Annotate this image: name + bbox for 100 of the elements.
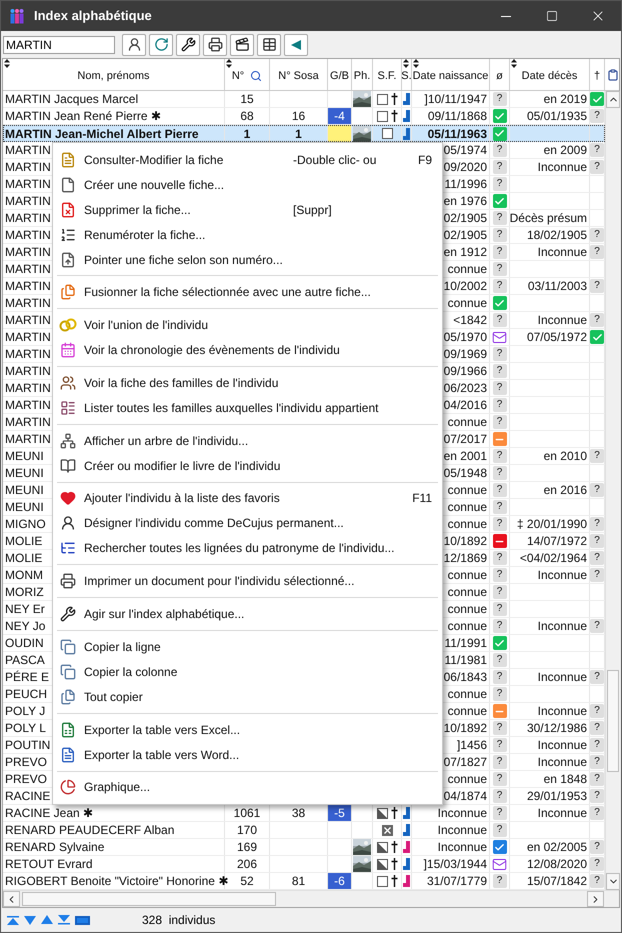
menu-item[interactable]: Voir la fiche des familles de l'individu	[53, 370, 442, 396]
table-row[interactable]: MARTIN Jean René Pierre ✱ 68 16 -4 09/11/1868 05/01/1935 ?	[3, 108, 605, 125]
column-header[interactable]: N° Sosa	[278, 68, 319, 84]
column-header[interactable]: G/B	[330, 68, 349, 84]
table-row[interactable]: RENARD PEAUDECERF Alban 170 Inconnue ?	[3, 822, 605, 839]
half-filled-checkbox[interactable]	[376, 858, 388, 870]
crossed-checkbox[interactable]	[382, 824, 392, 836]
half-filled-checkbox[interactable]	[376, 842, 388, 852]
table-cell-text: MARTIN	[5, 278, 51, 295]
half-filled-checkbox[interactable]	[376, 808, 388, 818]
left-triangle-icon	[291, 40, 301, 50]
menu-item[interactable]: Lister toutes les familles auxquelles l'individu appartient	[53, 395, 442, 420]
unknown-status: ?	[492, 551, 506, 565]
unknown-status: ?	[590, 245, 604, 259]
table-cell-text: MARTIN	[5, 363, 51, 380]
menu-item[interactable]: Voir l'union de l'individu	[53, 312, 442, 338]
column-header[interactable]: ø	[496, 68, 503, 84]
stamp-button[interactable]	[122, 34, 146, 56]
table-row[interactable]: RETOUT Evrard 206 ]15/03/1944 12/08/2020 ?	[3, 856, 605, 873]
column-header[interactable]: S.	[401, 68, 412, 84]
table-cell-text: 14/07/1972	[526, 533, 587, 550]
scroll-down-button[interactable]	[606, 873, 620, 890]
pie-chart-icon	[60, 779, 76, 796]
menu-item[interactable]: Pointer une fiche selon son numéro...	[53, 247, 442, 272]
table-row[interactable]: RIGOBERT Benoite "Victoire" Honorine ✱ 52 81 -6 31/07/1779 ? 15/07/1842 ?	[3, 873, 605, 890]
menu-item[interactable]: Ajouter l'individu à la liste des favoris F11	[53, 486, 442, 511]
column-header[interactable]: Ph.	[354, 68, 370, 84]
table-cell-text: Inconnue	[538, 567, 587, 584]
refresh-icon	[154, 37, 168, 52]
column-header[interactable]: Date naissance	[412, 68, 488, 84]
spreadsheet-icon	[60, 722, 76, 738]
scroll-right-button[interactable]	[587, 891, 604, 907]
horizontal-scrollbar[interactable]	[3, 890, 619, 907]
table-cell-text: MEUNI	[5, 465, 44, 482]
column-header[interactable]: Nom, prénoms	[77, 68, 150, 84]
printer-button[interactable]	[203, 34, 227, 56]
scrollbar-thumb[interactable]	[607, 670, 619, 772]
column-header[interactable]: †	[594, 68, 600, 84]
unknown-status: ?	[492, 619, 506, 633]
menu-item[interactable]: Copier la colonne	[53, 659, 442, 684]
menu-item[interactable]: Créer ou modifier le livre de l'individu	[53, 453, 442, 478]
sort-icon[interactable]	[226, 59, 232, 68]
table-cell-text: en 2009	[544, 142, 587, 159]
sort-icon[interactable]	[403, 59, 409, 68]
refresh-button[interactable]	[149, 34, 173, 56]
menu-item[interactable]: Désigner l'individu comme DeCujus permanent...	[53, 510, 442, 536]
menu-item[interactable]: Fusionner la fiche sélectionnée avec une autre fiche...	[53, 280, 442, 305]
menu-item[interactable]: Copier la ligne	[53, 634, 442, 660]
clipboard-icon[interactable]	[606, 68, 618, 80]
documents-icon	[60, 284, 76, 300]
column-header[interactable]: N°	[232, 68, 244, 84]
envelope-icon	[492, 856, 507, 872]
generation-cell: -6	[328, 873, 352, 889]
menu-item[interactable]: Renuméroter la fiche...	[53, 222, 442, 247]
table-row[interactable]: RACINE Jean ✱ 1061 38 -5 Inconnue ? Inconnue ?	[3, 805, 605, 822]
menu-item[interactable]: Tout copier	[53, 684, 442, 710]
scroll-up-button[interactable]	[606, 91, 620, 108]
table-button[interactable]	[257, 34, 281, 56]
table-cell-text: MEUNI	[5, 448, 44, 465]
table-cell-text: 15/07/1842	[526, 873, 587, 890]
checkbox[interactable]	[376, 876, 388, 886]
column-header[interactable]: Date décès	[522, 68, 578, 84]
checkbox[interactable]	[376, 110, 388, 122]
sort-icon[interactable]	[4, 59, 10, 68]
back-button[interactable]	[284, 34, 308, 56]
table-row[interactable]: MARTIN Jacques Marcel 15 ]10/11/1947 ? en 2019	[3, 91, 605, 108]
menu-item[interactable]: Voir la chronologie des évènements de l'individu	[53, 338, 442, 363]
checkbox[interactable]	[376, 94, 388, 104]
table-cell-text: 09/1969	[444, 346, 487, 363]
menu-item[interactable]: Supprimer la fiche... [Suppr]	[53, 197, 442, 222]
table-cell-text: connue	[448, 601, 487, 618]
menu-item[interactable]: Rechercher toutes les lignées du patronyme de l'individu...	[53, 536, 442, 561]
menu-item[interactable]: Afficher un arbre de l'individu...	[53, 428, 442, 454]
menu-item[interactable]: Créer une nouvelle fiche...	[53, 172, 442, 197]
scrollbar-thumb[interactable]	[22, 892, 276, 906]
clapperboard-button[interactable]	[230, 34, 254, 56]
vertical-scrollbar[interactable]	[605, 91, 620, 890]
table-cell-text: 11/1996	[444, 176, 487, 193]
table-row[interactable]: MARTIN Jean-Michel Albert Pierre 1 1 05/11/1963	[3, 125, 605, 142]
sort-icon[interactable]	[511, 59, 517, 68]
table-row[interactable]: RENARD Sylvaine 169 Inconnue en 02/2005 ?	[3, 839, 605, 856]
column-header[interactable]: S.F.	[378, 68, 396, 84]
menu-item[interactable]: Consulter-Modifier la fiche -Double clic- ou F9	[53, 147, 442, 172]
unknown-status: ?	[590, 840, 604, 854]
table-cell-text: MARTIN	[5, 380, 51, 397]
scroll-left-button[interactable]	[3, 891, 20, 907]
menu-item[interactable]: Imprimer un document pour l'individu sélectionné...	[53, 568, 442, 594]
table-cell-text: OUDIN	[5, 635, 44, 652]
table-cell-text: NEY Jo	[5, 618, 46, 635]
menu-item[interactable]: Agir sur l'index alphabétique...	[53, 602, 442, 627]
table-cell-text: connue	[448, 499, 487, 516]
sort-icon[interactable]	[413, 59, 419, 68]
menu-item[interactable]: Exporter la table vers Excel...	[53, 717, 442, 742]
table-cell-text: Inconnue	[538, 312, 587, 329]
search-field[interactable]: MARTIN	[3, 36, 115, 54]
table-cell-text: MIGNO	[5, 516, 46, 533]
menu-item[interactable]: Graphique...	[53, 774, 442, 800]
menu-item[interactable]: Exporter la table vers Word...	[53, 742, 442, 768]
tools-button[interactable]	[176, 34, 200, 56]
checkbox[interactable]	[382, 128, 392, 139]
